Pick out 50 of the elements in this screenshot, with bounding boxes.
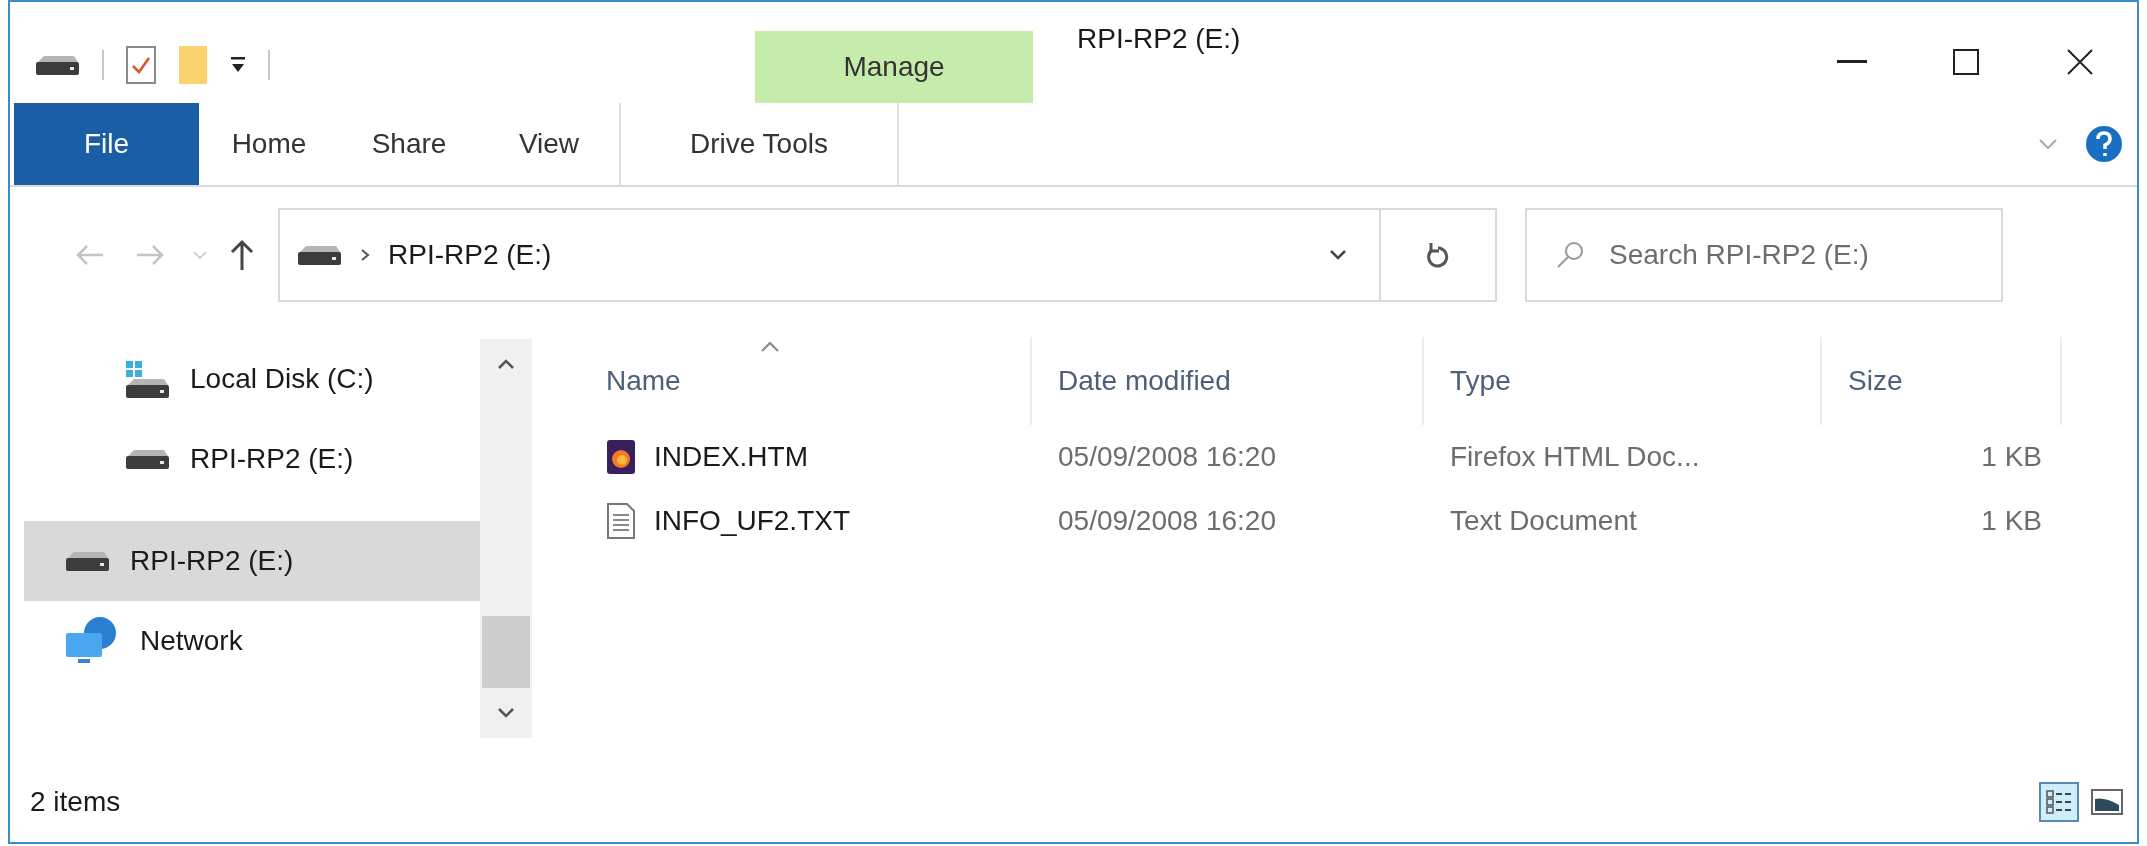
scroll-up-icon[interactable]: [497, 358, 515, 370]
window-title: RPI-RP2 (E:): [1076, 23, 1242, 56]
type-cell-text: Firefox HTML Doc...: [1449, 440, 1701, 474]
drive-icon: [124, 448, 170, 470]
close-icon[interactable]: [2066, 48, 2094, 76]
properties-icon[interactable]: [126, 46, 156, 84]
file-menu-tab[interactable]: File: [14, 103, 199, 185]
browser-file-icon: [606, 439, 636, 475]
size-cell-text: 1 KB: [1980, 440, 2043, 474]
scrollbar[interactable]: [480, 339, 532, 738]
context-tab-header: Manage: [755, 31, 1033, 103]
refresh-icon[interactable]: [1426, 240, 1450, 270]
search-field[interactable]: Search RPI-RP2 (E:): [1525, 208, 2003, 302]
details-view-icon: [2045, 788, 2073, 816]
type-cell-text: Text Document: [1449, 504, 1638, 538]
nav-item[interactable]: Local Disk (C:): [24, 339, 480, 419]
customize-menu-icon[interactable]: [230, 56, 246, 74]
drive-icon: [296, 244, 342, 266]
size-cell-text: 1 KB: [1980, 504, 2043, 538]
view-button[interactable]: [2039, 782, 2079, 822]
column-header[interactable]: Name: [580, 337, 1032, 425]
file-name[interactable]: INDEX.HTM: [654, 441, 808, 473]
search-icon: [1555, 240, 1585, 270]
scroll-thumb[interactable]: [482, 616, 530, 688]
file-name-cell[interactable]: INFO_UF2.TXT: [580, 489, 1032, 553]
breadcrumb-item[interactable]: RPI-RP2 (E:): [388, 239, 552, 271]
date-cell-text: 05/09/2008 16:20: [1057, 504, 1277, 538]
picture-view-icon: [2091, 789, 2123, 815]
column-header[interactable]: Date modified: [1032, 337, 1424, 425]
dropdown-caret-icon[interactable]: [1329, 249, 1347, 261]
drive-icon: [34, 54, 80, 76]
address-bar[interactable]: RPI-RP2 (E:): [278, 208, 1381, 302]
system-drive-icon: [124, 359, 170, 399]
text-file-icon: [606, 503, 636, 539]
nav-item[interactable]: Network: [24, 601, 480, 681]
file-name-cell[interactable]: INDEX.HTM: [580, 425, 1032, 489]
breadcrumb-chevron-icon: [360, 248, 370, 262]
nav-item[interactable]: RPI-RP2 (E:): [24, 521, 480, 601]
help-icon[interactable]: [2085, 125, 2123, 163]
file-name[interactable]: INFO_UF2.TXT: [654, 505, 850, 537]
up-arrow-icon[interactable]: [230, 239, 254, 271]
maximize-icon[interactable]: [1953, 49, 1979, 75]
minimize-icon[interactable]: [1837, 60, 1867, 64]
column-header[interactable]: Type: [1424, 337, 1822, 425]
item-count: 2 items: [30, 786, 122, 818]
column-header[interactable]: Size: [1822, 337, 2062, 425]
date-cell-text: 05/09/2008 16:20: [1057, 440, 1277, 474]
drive-icon: [64, 550, 110, 572]
nav-item[interactable]: RPI-RP2 (E:): [24, 419, 480, 499]
scroll-down-icon[interactable]: [497, 707, 515, 719]
